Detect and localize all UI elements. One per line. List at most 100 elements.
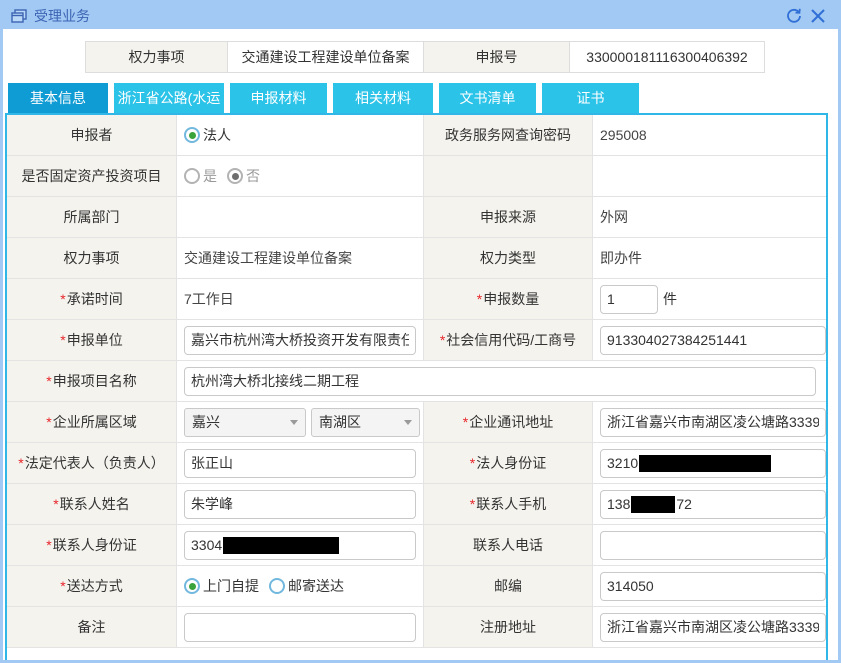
legal-rep-value bbox=[177, 443, 424, 483]
required-marker: * bbox=[18, 455, 23, 471]
promise-time-value: 7工作日 bbox=[177, 279, 424, 319]
basic-info-panel: 申报者 法人 政务服务网查询密码 295008 是否固定资产投资项目 是 否 bbox=[5, 113, 828, 660]
radio-mail-delivery[interactable] bbox=[269, 578, 285, 594]
row-contact-id: *联系人身份证 3304 联系人电话 bbox=[7, 525, 826, 566]
project-name-input[interactable] bbox=[184, 367, 816, 396]
radio-yes[interactable] bbox=[184, 168, 200, 184]
row-contact-name: *联系人姓名 *联系人手机 138 72 bbox=[7, 484, 826, 525]
required-marker: * bbox=[463, 414, 468, 430]
gov-password-value: 295008 bbox=[593, 115, 826, 155]
title-bar: 受理业务 bbox=[3, 3, 838, 29]
row-fixed-asset: 是否固定资产投资项目 是 否 bbox=[7, 156, 826, 197]
tab-document-list[interactable]: 文书清单 bbox=[439, 83, 536, 113]
row-promise-time: *承诺时间 7工作日 *申报数量 件 bbox=[7, 279, 826, 320]
radio-self-pickup-label: 上门自提 bbox=[203, 576, 259, 596]
tab-related-materials[interactable]: 相关材料 bbox=[333, 83, 433, 113]
reg-address-input[interactable] bbox=[600, 613, 826, 642]
legal-rep-input[interactable] bbox=[184, 449, 416, 478]
row-power-item: 权力事项 交通建设工程建设单位备案 权力类型 即办件 bbox=[7, 238, 826, 279]
required-marker: * bbox=[60, 291, 65, 307]
radio-legal-person[interactable] bbox=[184, 127, 200, 143]
power-type-label: 权力类型 bbox=[424, 238, 593, 278]
quantity-label: *申报数量 bbox=[424, 279, 593, 319]
reg-address-label: 注册地址 bbox=[424, 607, 593, 647]
row-legal-rep: *法定代表人（负责人） *法人身份证 3210 bbox=[7, 443, 826, 484]
radio-self-pickup[interactable] bbox=[184, 578, 200, 594]
contact-id-input[interactable]: 3304 bbox=[184, 531, 416, 560]
row-delivery: *送达方式 上门自提 邮寄送达 邮编 bbox=[7, 566, 826, 607]
contact-id-value: 3304 bbox=[177, 525, 424, 565]
gov-password-label: 政务服务网查询密码 bbox=[424, 115, 593, 155]
chevron-down-icon bbox=[290, 420, 298, 425]
tab-bar: 基本信息 浙江省公路(水运 申报材料 相关材料 文书清单 证书 bbox=[8, 83, 838, 113]
fixed-asset-value: 是 否 bbox=[177, 156, 424, 196]
tab-certificate[interactable]: 证书 bbox=[542, 83, 639, 113]
contact-phone-input[interactable] bbox=[600, 531, 826, 560]
header-power-item-value: 交通建设工程建设单位备案 bbox=[228, 41, 424, 73]
radio-mail-delivery-label: 邮寄送达 bbox=[288, 576, 344, 596]
row-declare-unit: *申报单位 *社会信用代码/工商号 bbox=[7, 320, 826, 361]
contact-phone-label: 联系人电话 bbox=[424, 525, 593, 565]
required-marker: * bbox=[46, 537, 51, 553]
form-window-icon bbox=[11, 9, 27, 24]
empty-value-cell bbox=[593, 156, 826, 196]
quantity-input[interactable] bbox=[600, 285, 658, 314]
source-label: 申报来源 bbox=[424, 197, 593, 237]
region-value: 嘉兴 南湖区 bbox=[177, 402, 424, 442]
reg-address-value bbox=[593, 607, 826, 647]
contact-name-label: *联系人姓名 bbox=[7, 484, 177, 524]
city-select[interactable]: 嘉兴 bbox=[184, 408, 306, 437]
radio-legal-person-label: 法人 bbox=[203, 125, 231, 145]
quantity-value: 件 bbox=[593, 279, 826, 319]
department-value bbox=[177, 197, 424, 237]
empty-label-cell bbox=[424, 156, 593, 196]
tab-basic-info[interactable]: 基本信息 bbox=[8, 83, 108, 113]
declarant-value: 法人 bbox=[177, 115, 424, 155]
declare-unit-input[interactable] bbox=[184, 326, 416, 355]
comm-address-label: *企业通讯地址 bbox=[424, 402, 593, 442]
radio-no-label: 否 bbox=[246, 166, 260, 186]
source-value: 外网 bbox=[593, 197, 826, 237]
required-marker: * bbox=[46, 414, 51, 430]
legal-rep-label: *法定代表人（负责人） bbox=[7, 443, 177, 483]
credit-code-input[interactable] bbox=[600, 326, 826, 355]
required-marker: * bbox=[440, 332, 445, 348]
project-name-label: *申报项目名称 bbox=[7, 361, 177, 401]
quantity-unit: 件 bbox=[663, 289, 677, 309]
credit-code-label: *社会信用代码/工商号 bbox=[424, 320, 593, 360]
row-remark: 备注 注册地址 bbox=[7, 607, 826, 648]
required-marker: * bbox=[470, 455, 475, 471]
legal-id-input[interactable]: 3210 bbox=[600, 449, 826, 478]
close-icon[interactable] bbox=[806, 5, 830, 27]
window-title: 受理业务 bbox=[34, 6, 90, 26]
refresh-icon[interactable] bbox=[782, 5, 806, 27]
zipcode-input[interactable] bbox=[600, 572, 826, 601]
delivery-label: *送达方式 bbox=[7, 566, 177, 606]
power-item-value: 交通建设工程建设单位备案 bbox=[177, 238, 424, 278]
contact-mobile-value: 138 72 bbox=[593, 484, 826, 524]
header-declare-no-value: 330000181116300406392 bbox=[570, 41, 765, 73]
contact-phone-value bbox=[593, 525, 826, 565]
required-marker: * bbox=[470, 496, 475, 512]
row-region: *企业所属区域 嘉兴 南湖区 *企业通讯地址 bbox=[7, 402, 826, 443]
district-select[interactable]: 南湖区 bbox=[311, 408, 420, 437]
contact-mobile-input[interactable]: 138 72 bbox=[600, 490, 826, 519]
contact-name-input[interactable] bbox=[184, 490, 416, 519]
contact-mobile-label: *联系人手机 bbox=[424, 484, 593, 524]
comm-address-input[interactable] bbox=[600, 408, 826, 437]
header-declare-no-label: 申报号 bbox=[424, 41, 570, 73]
radio-yes-label: 是 bbox=[203, 166, 217, 186]
radio-no[interactable] bbox=[227, 168, 243, 184]
row-declarant: 申报者 法人 政务服务网查询密码 295008 bbox=[7, 115, 826, 156]
header-power-item-label: 权力事项 bbox=[85, 41, 228, 73]
tab-declare-materials[interactable]: 申报材料 bbox=[230, 83, 327, 113]
required-marker: * bbox=[60, 332, 65, 348]
tab-zhejiang-highway[interactable]: 浙江省公路(水运 bbox=[114, 83, 224, 113]
row-department: 所属部门 申报来源 外网 bbox=[7, 197, 826, 238]
project-name-value bbox=[177, 361, 826, 401]
required-marker: * bbox=[60, 578, 65, 594]
region-label: *企业所属区域 bbox=[7, 402, 177, 442]
chevron-down-icon bbox=[404, 420, 412, 425]
row-project-name: *申报项目名称 bbox=[7, 361, 826, 402]
remark-input[interactable] bbox=[184, 613, 416, 642]
